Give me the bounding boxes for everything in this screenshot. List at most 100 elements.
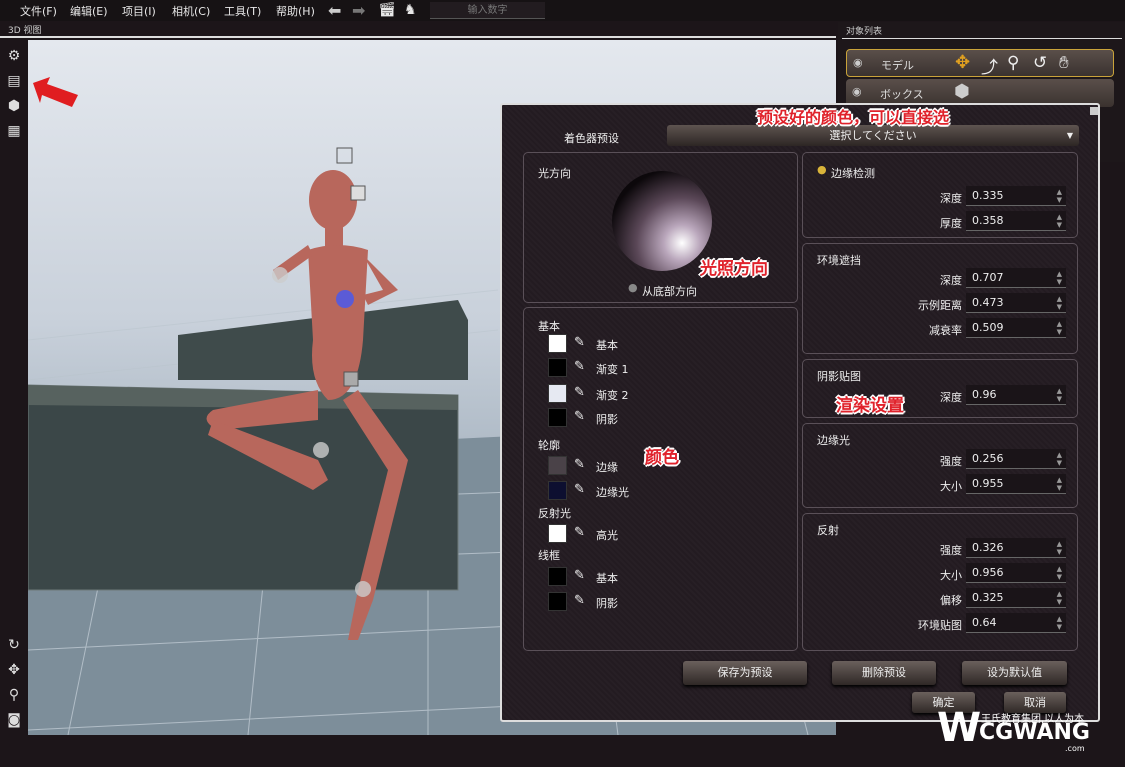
set-default-button[interactable]: 设为默认值	[962, 661, 1067, 685]
eyedropper-icon[interactable]: ✎	[574, 359, 585, 374]
field-label: 强度	[940, 544, 962, 557]
eyedropper-icon[interactable]: ✎	[574, 525, 585, 540]
number-input[interactable]: 输入数字	[430, 2, 545, 19]
move-gizmo-icon[interactable]: ✥	[955, 52, 970, 73]
field-label: 大小	[940, 569, 962, 582]
screenshot-icon[interactable]: ◙	[6, 712, 22, 728]
ao-depth-input[interactable]: 0.707 ▲ ▼	[966, 268, 1066, 288]
rim-strength-input[interactable]: 0.256 ▲ ▼	[966, 449, 1066, 469]
color-swatch[interactable]	[548, 481, 567, 500]
menu-file[interactable]: 文件(F)	[20, 3, 57, 19]
preset-label: 着色器预设	[564, 132, 619, 145]
refl-strength-input[interactable]: 0.326 ▲ ▼	[966, 538, 1066, 558]
film-icon[interactable]: ▤	[6, 73, 22, 89]
preset-dropdown[interactable]: 選択してください ▼	[667, 125, 1079, 146]
visibility-icon[interactable]: ◉	[852, 85, 862, 98]
divider	[842, 38, 1122, 39]
zoom-icon[interactable]: ⚲	[6, 687, 22, 703]
hand-icon[interactable]: ✋︎	[1059, 53, 1069, 73]
red-arrow-icon	[33, 77, 78, 107]
reset-icon[interactable]: ↺	[1033, 53, 1047, 73]
color-label: 边缘光	[596, 486, 629, 499]
rotate-tool-icon[interactable]: ⤴	[981, 53, 998, 78]
light-direction-sphere[interactable]	[612, 171, 712, 271]
color-swatch[interactable]	[548, 524, 567, 543]
figure-icon[interactable]: ♞	[404, 2, 417, 18]
ao-title: 环境遮挡	[817, 254, 861, 267]
eyedropper-icon[interactable]: ✎	[574, 482, 585, 497]
checkbox-icon[interactable]: ●	[817, 163, 827, 176]
delete-preset-button[interactable]: 删除预设	[832, 661, 936, 685]
shader-settings-dialog: 着色器预设 選択してください ▼ 光方向 ● 从底部方向 基本 ✎ 基本 ✎ 渐变 1 ✎ 渐…	[500, 103, 1100, 722]
logo-mark: W	[937, 705, 982, 751]
joint-handle[interactable]	[355, 581, 371, 597]
field-label: 减衰率	[929, 324, 962, 337]
field-label: 偏移	[940, 594, 962, 607]
arrow-right-icon[interactable]: ➡	[352, 1, 365, 20]
edge-title: 边缘检测	[831, 167, 875, 180]
color-swatch[interactable]	[548, 408, 567, 427]
joint-handle[interactable]	[336, 147, 353, 164]
color-label: 基本	[596, 339, 618, 352]
left-toolbar: ⚙ ▤ ⬢ ▦ ↻ ✥ ⚲ ◙	[0, 40, 28, 735]
joint-handle[interactable]	[350, 185, 366, 201]
save-preset-button[interactable]: 保存为预设	[683, 661, 807, 685]
radio-icon[interactable]: ●	[628, 281, 638, 294]
eyedropper-icon[interactable]: ✎	[574, 385, 585, 400]
ao-decay-input[interactable]: 0.509 ▲ ▼	[966, 318, 1066, 338]
eyedropper-icon[interactable]: ✎	[574, 568, 585, 583]
shadow-depth-input[interactable]: 0.96 ▲ ▼	[966, 385, 1066, 405]
ao-distance-input[interactable]: 0.473 ▲ ▼	[966, 293, 1066, 313]
joint-handle[interactable]	[343, 371, 359, 387]
refl-size-input[interactable]: 0.956 ▲ ▼	[966, 563, 1066, 583]
rim-size-input[interactable]: 0.955 ▲ ▼	[966, 474, 1066, 494]
color-swatch[interactable]	[548, 592, 567, 611]
clapper-icon[interactable]: 🎬︎	[378, 2, 396, 18]
eyedropper-icon[interactable]: ✎	[574, 593, 585, 608]
field-label: 深度	[940, 274, 962, 287]
joint-handle[interactable]	[272, 267, 288, 283]
annotation-render: 渲染设置	[836, 396, 904, 416]
eyedropper-icon[interactable]: ✎	[574, 335, 585, 350]
menu-tools[interactable]: 工具(T)	[224, 3, 261, 19]
edge-depth-input[interactable]: 0.335 ▲ ▼	[966, 186, 1066, 206]
close-button[interactable]	[1090, 107, 1098, 115]
move-icon[interactable]: ✥	[6, 662, 22, 678]
color-swatch[interactable]	[548, 384, 567, 403]
color-swatch[interactable]	[548, 334, 567, 353]
eyedropper-icon[interactable]: ✎	[574, 409, 585, 424]
color-section-title: 线框	[538, 549, 560, 562]
color-swatch[interactable]	[548, 456, 567, 475]
menu-project[interactable]: 项目(I)	[122, 3, 156, 19]
layout-icon[interactable]: ▦	[6, 123, 22, 139]
rim-light-group: 边缘光 强度 0.256 ▲ ▼ 大小 0.955 ▲ ▼	[802, 423, 1078, 508]
refl-offset-input[interactable]: 0.325 ▲ ▼	[966, 588, 1066, 608]
object-row-model[interactable]: ◉ モデル ✥ ⤴ ⚲ ↺ ✋︎	[846, 49, 1114, 78]
object-label: ボックス	[880, 88, 924, 101]
color-label: 阴影	[596, 413, 618, 426]
joint-handle[interactable]	[313, 442, 329, 458]
color-swatch[interactable]	[548, 358, 567, 377]
annotation-light: 光照方向	[700, 259, 768, 279]
visibility-icon[interactable]: ◉	[853, 56, 863, 69]
camera-icon[interactable]: ⚙	[6, 48, 22, 64]
eyedropper-icon[interactable]: ✎	[574, 457, 585, 472]
joint-handle[interactable]	[336, 290, 354, 308]
menu-camera[interactable]: 相机(C)	[172, 3, 210, 19]
color-label: 阴影	[596, 597, 618, 610]
edge-thickness-input[interactable]: 0.358 ▲ ▼	[966, 211, 1066, 231]
reflection-group: 反射 强度 0.326 ▲ ▼ 大小 0.956 ▲ ▼ 偏移 0.325 ▲ ▼ 环境贴图…	[802, 513, 1078, 651]
arrow-left-icon[interactable]: ⬅	[328, 1, 341, 20]
rotate-icon[interactable]: ↻	[6, 637, 22, 653]
color-swatch[interactable]	[548, 567, 567, 586]
zoom-tool-icon[interactable]: ⚲	[1007, 53, 1019, 73]
refl-envmap-input[interactable]: 0.64 ▲ ▼	[966, 613, 1066, 633]
menu-help[interactable]: 帮助(H)	[276, 3, 315, 19]
cube-icon[interactable]: ⬢	[6, 98, 22, 114]
color-section-title: 基本	[538, 320, 560, 333]
field-label: 大小	[940, 480, 962, 493]
color-label: 边缘	[596, 461, 618, 474]
rim-title: 边缘光	[817, 434, 850, 447]
menu-edit[interactable]: 编辑(E)	[70, 3, 108, 19]
color-label: 基本	[596, 572, 618, 585]
